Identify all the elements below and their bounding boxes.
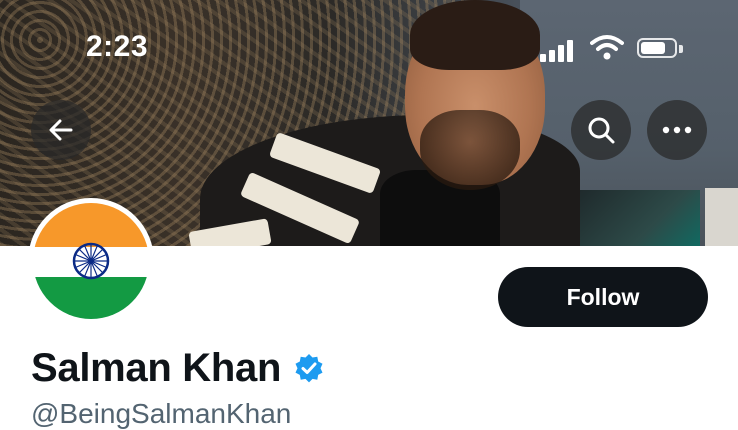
back-arrow-icon xyxy=(49,119,73,141)
search-icon xyxy=(588,117,615,144)
banner-art-panel-light xyxy=(705,188,738,246)
india-flag-image xyxy=(33,203,149,319)
more-options-button[interactable] xyxy=(647,100,707,160)
back-button[interactable] xyxy=(31,100,91,160)
status-time: 2:23 xyxy=(86,30,149,63)
ashoka-chakra-icon xyxy=(72,242,110,280)
more-options-icon xyxy=(662,126,692,134)
profile-name-row: Salman Khan xyxy=(31,346,325,391)
banner-beard xyxy=(420,110,520,190)
follow-button[interactable]: Follow xyxy=(498,267,708,327)
cellular-signal-icon xyxy=(540,38,576,62)
banner-hair xyxy=(410,0,540,70)
banner-art-panel xyxy=(580,190,700,246)
profile-handle: @BeingSalmanKhan xyxy=(31,398,292,429)
verified-badge-icon[interactable] xyxy=(293,353,325,385)
wifi-icon xyxy=(590,35,624,60)
profile-name: Salman Khan xyxy=(31,346,282,390)
search-button[interactable] xyxy=(571,100,631,160)
battery-icon xyxy=(637,38,685,60)
avatar[interactable] xyxy=(28,198,154,324)
